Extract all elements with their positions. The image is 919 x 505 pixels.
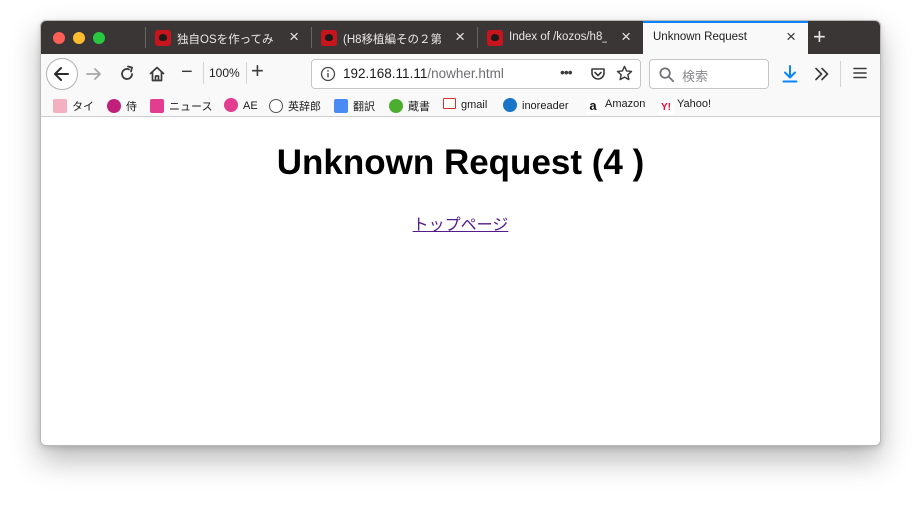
ae-icon — [224, 98, 238, 112]
bookmark-label: 侍 — [126, 101, 137, 113]
tab-2[interactable]: (H8移植編その２第6 × — [311, 21, 477, 54]
bookmark-star-icon[interactable] — [615, 64, 634, 83]
url-bar[interactable]: 192.168.11.11/nowher.html ••• — [311, 59, 641, 89]
page-actions-icon[interactable]: ••• — [560, 64, 573, 80]
search-placeholder: 検索 — [682, 69, 709, 84]
page-content: Unknown Request (4 ) トップページ — [41, 117, 880, 445]
hamburger-menu-icon[interactable] — [852, 65, 868, 81]
home-icon[interactable] — [147, 64, 167, 84]
amazon-icon: a — [586, 99, 600, 114]
toolbar-divider — [840, 61, 841, 87]
download-icon[interactable] — [781, 64, 799, 84]
close-tab-icon[interactable]: × — [786, 28, 796, 45]
translate-icon — [334, 99, 348, 113]
bookmark-news[interactable]: ニュース — [150, 98, 212, 114]
tab-separator — [145, 27, 146, 48]
tab-title: (H8移植編その２第6 — [343, 34, 441, 46]
bookmark-eijiro[interactable]: 英辞郎 — [269, 98, 321, 114]
close-tab-icon[interactable]: × — [455, 28, 465, 45]
bookmark-amazon[interactable]: a Amazon — [586, 98, 645, 114]
bookmark-label: Yahoo! — [677, 98, 712, 110]
bookmark-books[interactable]: 蔵書 — [389, 98, 430, 114]
gmail-icon — [443, 98, 456, 109]
bookmark-label: AE — [243, 100, 258, 112]
back-button[interactable] — [46, 58, 78, 90]
bookmark-thai[interactable]: タイ — [53, 98, 94, 114]
bookmark-label: inoreader — [522, 100, 569, 112]
bookmark-label: Amazon — [605, 98, 646, 110]
close-tab-icon[interactable]: × — [289, 28, 299, 45]
tab-bar: 独自OSを作ってみよ × (H8移植編その２第6 × Index of /koz… — [41, 21, 880, 54]
top-page-link[interactable]: トップページ — [413, 217, 509, 234]
tab-title: Unknown Request — [653, 31, 747, 43]
search-icon — [659, 67, 674, 82]
yahoo-icon: Y! — [658, 101, 674, 115]
bookmark-label: 蔵書 — [408, 101, 430, 113]
news-icon — [150, 99, 164, 113]
samurai-icon — [107, 99, 121, 113]
search-bar[interactable]: 検索 — [649, 59, 769, 89]
bookmark-yahoo[interactable]: Y! Yahoo! — [658, 98, 711, 115]
tab-title: 独自OSを作ってみよ — [177, 34, 275, 46]
bookmark-translate[interactable]: 翻訳 — [334, 98, 375, 114]
zoom-level[interactable]: 100% — [209, 66, 240, 80]
bookmarks-toolbar: タイ 侍 ニュース AE 英辞郎 翻訳 蔵書 gmail inoreader a… — [41, 95, 880, 117]
bookmark-label: gmail — [461, 99, 488, 111]
site-favicon-icon — [321, 30, 337, 46]
site-favicon-icon — [487, 30, 503, 46]
tab-separator — [477, 27, 478, 48]
bookmark-gmail[interactable]: gmail — [443, 98, 487, 111]
new-tab-icon[interactable]: + — [813, 26, 826, 48]
tab-active[interactable]: Unknown Request × — [643, 21, 808, 54]
tab-3[interactable]: Index of /kozos/h8_ × — [477, 21, 643, 54]
url-path: /nowher.html — [427, 66, 504, 81]
overflow-chevrons-icon[interactable] — [813, 65, 831, 83]
tab-title: Index of /kozos/h8_ — [509, 31, 607, 43]
maximize-window-button[interactable] — [93, 32, 105, 44]
zoom-in-icon[interactable]: + — [251, 60, 264, 82]
eijiro-icon — [269, 99, 283, 113]
bookmark-label: 英辞郎 — [288, 101, 321, 113]
top-page-link-row: トップページ — [41, 211, 880, 235]
reload-icon[interactable] — [117, 64, 137, 84]
zoom-divider — [246, 62, 247, 84]
back-arrow-icon — [54, 67, 69, 81]
bookmark-label: タイ — [72, 101, 94, 113]
zoom-divider — [203, 62, 204, 84]
close-window-button[interactable] — [53, 32, 65, 44]
info-icon[interactable] — [320, 66, 336, 82]
minimize-window-button[interactable] — [73, 32, 85, 44]
page-heading: Unknown Request (4 ) — [276, 143, 645, 182]
site-favicon-icon — [155, 30, 171, 46]
bookmark-samurai[interactable]: 侍 — [107, 98, 137, 114]
close-tab-icon[interactable]: × — [621, 28, 631, 45]
bookmark-label: 翻訳 — [353, 101, 375, 113]
tab-1[interactable]: 独自OSを作ってみよ × — [145, 21, 311, 54]
tab-separator — [311, 27, 312, 48]
inoreader-icon — [503, 98, 517, 112]
bookmark-inoreader[interactable]: inoreader — [503, 98, 568, 112]
url-host: 192.168.11.11 — [343, 66, 428, 81]
pocket-icon[interactable] — [589, 65, 607, 83]
bookmark-label: ニュース — [169, 101, 213, 113]
bookmark-ae[interactable]: AE — [224, 98, 258, 112]
nav-toolbar: − 100% + 192.168.11.11/nowher.html ••• 検… — [41, 54, 880, 95]
zoom-out-icon[interactable]: − — [181, 62, 193, 82]
url-text[interactable]: 192.168.11.11/nowher.html — [343, 66, 504, 81]
browser-window: 独自OSを作ってみよ × (H8移植編その２第6 × Index of /koz… — [40, 20, 881, 446]
forward-arrow-icon[interactable] — [84, 64, 104, 84]
books-icon — [389, 99, 403, 113]
thai-icon — [53, 99, 67, 113]
